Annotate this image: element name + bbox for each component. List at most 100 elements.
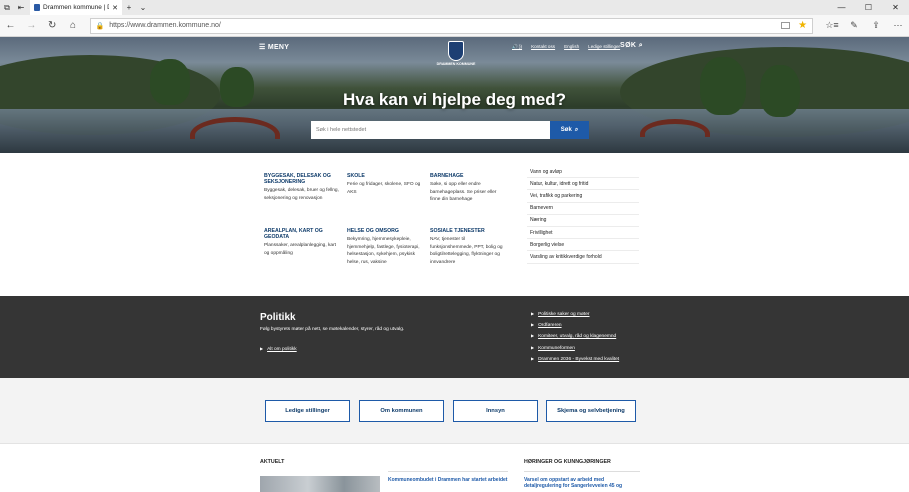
service-card[interactable]: SKOLE Ferie og fridager, skolene, SFO og… — [347, 173, 425, 196]
list-item[interactable]: Natur, kultur, idrett og fritid — [527, 178, 639, 191]
news-section: AKTUELT Kommuneombudet i Drammen har sta… — [0, 444, 909, 492]
list-item[interactable]: Borgerlig vielse — [527, 239, 639, 252]
list-item[interactable]: Vann og avløp — [527, 166, 639, 179]
service-title: BARNEHAGE — [430, 173, 464, 179]
favorites-hub-icon[interactable]: ☆≡ — [821, 20, 843, 31]
top-links: 🔊 )) Kontakt oss English Ledige stilling… — [512, 44, 620, 50]
politics-link-label: Ordføreren — [538, 323, 562, 329]
site-search-button[interactable]: Søk ⌕ — [550, 121, 589, 139]
service-desc: Bekymring, hjemmesykepleie, hjemmehjelp,… — [347, 237, 420, 265]
list-item[interactable]: Barnevern — [527, 203, 639, 215]
arrow-right-icon: ▶ — [531, 311, 535, 316]
notes-pen-icon[interactable]: ✎ — [843, 20, 865, 31]
tab-list-chevron-icon[interactable]: ⌄ — [136, 0, 150, 15]
service-card[interactable]: AREALPLAN, KART OG GEODATA Planssaker, a… — [264, 228, 342, 257]
service-card[interactable]: BARNEHAGE Søke, si opp eller endre barne… — [430, 173, 508, 204]
politics-title: Politikk — [260, 312, 296, 323]
set-aside-tabs-icon[interactable]: ⇤ — [14, 0, 28, 15]
jobs-link[interactable]: Ledige stillinger — [588, 44, 620, 50]
listen-link[interactable]: 🔊 )) — [512, 44, 522, 50]
politics-link-label: Komiteer, utvalg, råd og klagenemnd — [538, 334, 617, 340]
all-politics-link[interactable]: ▶ Alt om politikk — [260, 346, 297, 352]
close-tab-icon[interactable]: ✕ — [112, 4, 118, 12]
favorite-star-icon[interactable]: ★ — [798, 20, 807, 31]
more-icon[interactable]: ⋯ — [887, 20, 909, 31]
arrow-right-icon: ▶ — [531, 333, 535, 339]
minimize-icon[interactable]: — — [828, 3, 855, 12]
service-desc: Søke, si opp eller endre barnehageplass.… — [430, 182, 497, 202]
lock-icon: 🔒 — [95, 22, 105, 30]
home-icon[interactable]: ⌂ — [63, 15, 84, 37]
news-item-title[interactable]: Kommuneombudet i Drammen har startet arb… — [388, 477, 508, 483]
close-window-icon[interactable]: ✕ — [882, 3, 909, 12]
service-title: AREALPLAN, KART OG GEODATA — [264, 228, 323, 240]
menu-button[interactable]: ☰ MENY — [259, 43, 289, 51]
service-desc: Planssaker, arealplanlegging, kart og op… — [264, 243, 336, 256]
arrow-right-icon: ▶ — [531, 322, 535, 328]
url-text: https://www.drammen.kommune.no/ — [109, 22, 221, 29]
news-image[interactable] — [260, 476, 380, 492]
arrow-right-icon: ▶ — [531, 344, 535, 350]
politics-link[interactable]: ▶ Drammen 2036 - Byvekst med kvalitet — [531, 356, 619, 367]
site-logo[interactable]: DRAMMEN KOMMUNE — [436, 41, 476, 66]
politics-link-label: Politiske saker og møter — [538, 312, 590, 317]
back-icon[interactable]: ← — [0, 15, 21, 37]
service-desc: Ferie og fridager, skolene, SFO og AKS — [347, 182, 421, 195]
politics-description: Følg bystyrets møter på nett, se møtekal… — [260, 327, 405, 332]
divider — [524, 471, 640, 472]
address-bar-row: ← → ↻ ⌂ 🔒 https://www.drammen.kommune.no… — [0, 15, 909, 37]
divider — [388, 471, 508, 472]
service-title: SKOLE — [347, 173, 365, 179]
contact-link[interactable]: Kontakt oss — [531, 44, 555, 50]
about-button[interactable]: Om kommunen — [359, 400, 444, 422]
list-item[interactable]: Vei, trafikk og parkering — [527, 190, 639, 203]
new-tab-icon[interactable]: + — [122, 0, 136, 15]
services-section: BYGGESAK, DELESAK OG SEKSJONERING Bygges… — [0, 153, 909, 296]
reading-view-icon[interactable] — [781, 22, 791, 29]
politics-link[interactable]: ▶ Kommuneformen — [531, 345, 619, 356]
refresh-icon[interactable]: ↻ — [42, 15, 63, 37]
header-search-button[interactable]: SØK ⌕ — [620, 42, 643, 50]
share-icon[interactable]: ⇪ — [865, 20, 887, 31]
english-link[interactable]: English — [564, 44, 579, 50]
politics-link-label: Drammen 2036 - Byvekst med kvalitet — [538, 356, 620, 362]
hearing-item-title[interactable]: Varsel om oppstart av arbeid med detaljr… — [524, 477, 640, 489]
politics-link[interactable]: ▶ Ordføreren — [531, 322, 619, 333]
browser-tools: ☆≡ ✎ ⇪ ⋯ — [821, 20, 909, 31]
hero-banner: ☰ MENY DRAMMEN KOMMUNE 🔊 )) Kontakt oss … — [0, 37, 909, 153]
politics-links: ▶ Politiske saker og møter ▶ Ordføreren ▶ K… — [531, 311, 619, 367]
forms-button[interactable]: Skjema og selvbetjening — [546, 400, 636, 422]
service-card[interactable]: BYGGESAK, DELESAK OG SEKSJONERING Bygges… — [264, 173, 342, 202]
browser-tab-bar: ⧉ ⇤ Drammen kommune | D ✕ + ⌄ — ☐ ✕ — [0, 0, 909, 15]
logo-text: DRAMMEN KOMMUNE — [436, 62, 476, 66]
service-desc: NAV, tjenester til funksjonshemmede, PPT… — [430, 237, 503, 265]
service-card[interactable]: SOSIALE TJENESTER NAV, tjenester til fun… — [430, 228, 508, 266]
site-search-input[interactable] — [311, 121, 550, 139]
list-item[interactable]: Varsling av kritikkverdige forhold — [527, 251, 639, 264]
insight-button[interactable]: Innsyn — [453, 400, 538, 422]
search-icon: ⌕ — [574, 126, 579, 133]
jobs-button[interactable]: Ledige stillinger — [265, 400, 350, 422]
window-controls: — ☐ ✕ — [828, 3, 909, 12]
politics-link[interactable]: ▶ Politiske saker og møter — [531, 311, 619, 322]
politics-link[interactable]: ▶ Komiteer, utvalg, råd og klagenemnd — [531, 333, 619, 344]
list-item[interactable]: Næring — [527, 215, 639, 227]
politics-section: Politikk Følg bystyrets møter på nett, s… — [0, 296, 909, 378]
all-politics-label: Alt om politikk — [267, 347, 297, 352]
arrow-right-icon: ▶ — [531, 355, 535, 361]
hearings-heading: HØRINGER OG KUNNGJØRINGER — [524, 459, 611, 465]
url-field[interactable]: 🔒 https://www.drammen.kommune.no/ ★ — [89, 17, 814, 34]
service-desc: Byggesak, delesak, bruer og fellng, seks… — [264, 188, 339, 201]
browser-tab[interactable]: Drammen kommune | D ✕ — [30, 0, 122, 15]
search-button-label: Søk — [560, 127, 572, 133]
list-item[interactable]: Frivillighet — [527, 227, 639, 240]
service-card[interactable]: HELSE OG OMSORG Bekymring, hjemmesykeple… — [347, 228, 425, 266]
service-title: BYGGESAK, DELESAK OG SEKSJONERING — [264, 173, 331, 185]
coat-of-arms-icon — [448, 41, 464, 61]
tab-title: Drammen kommune | D — [43, 4, 110, 11]
quick-links-list: Vann og avløp Natur, kultur, idrett og f… — [527, 166, 639, 264]
tab-preview-icon[interactable]: ⧉ — [0, 0, 14, 15]
forward-icon[interactable]: → — [21, 15, 42, 37]
hero-headline: Hva kan vi hjelpe deg med? — [343, 90, 566, 109]
maximize-icon[interactable]: ☐ — [855, 3, 882, 12]
